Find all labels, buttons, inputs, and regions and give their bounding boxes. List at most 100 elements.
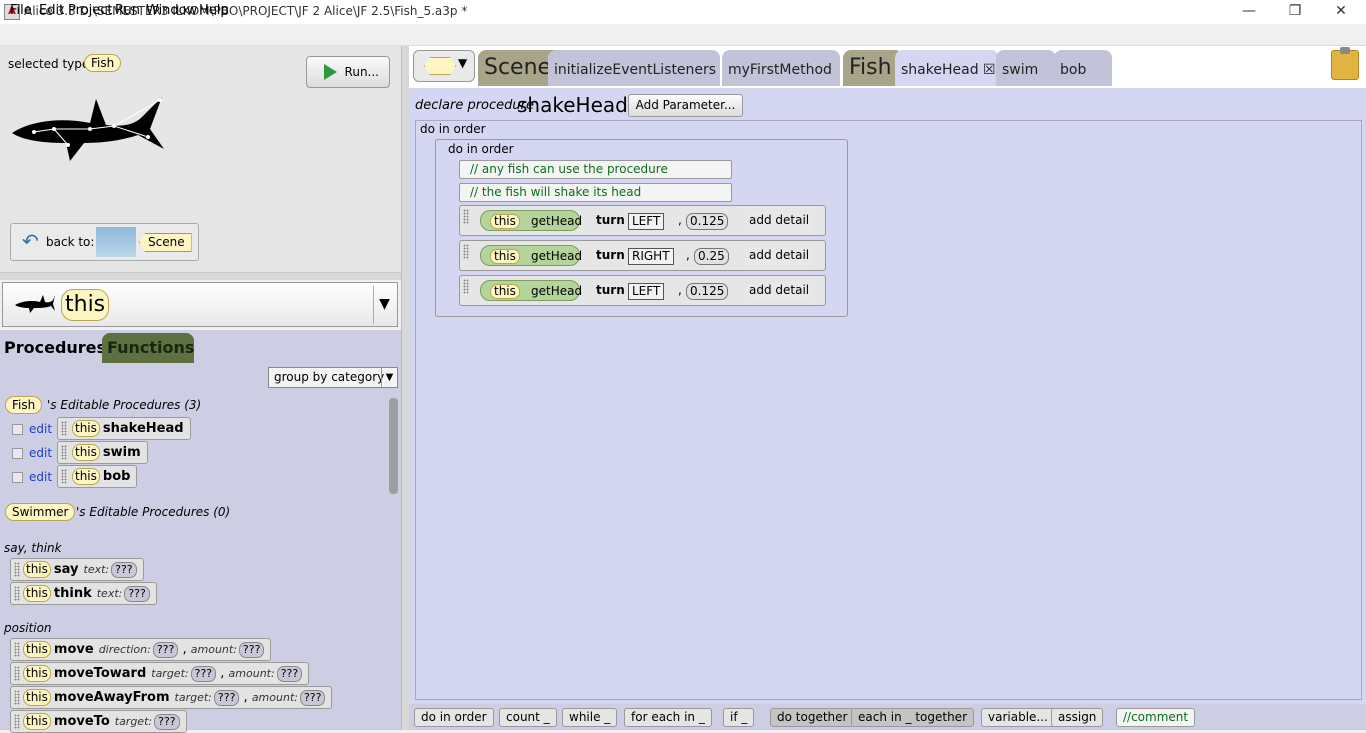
- do-together-button[interactable]: do together: [770, 708, 855, 727]
- comment-statement[interactable]: // the fish will shake its head: [459, 183, 732, 202]
- menu-window[interactable]: Window: [146, 3, 197, 18]
- if-button[interactable]: if _: [723, 708, 755, 727]
- back-to-label: back to:: [46, 235, 95, 249]
- menu-edit[interactable]: Edit: [39, 3, 64, 18]
- shark-thumbnail-icon: [12, 97, 164, 161]
- turn-statement[interactable]: this getHead turn LEFT , 0.125 add detai…: [459, 205, 826, 236]
- edit-checkbox[interactable]: [12, 424, 23, 435]
- gethead-expression[interactable]: this getHead: [480, 245, 583, 266]
- tab-shakehead[interactable]: shakeHead ☒: [895, 50, 999, 86]
- gethead-label: getHead: [531, 249, 583, 263]
- add-parameter-button[interactable]: Add Parameter...: [628, 94, 743, 117]
- tab-functions[interactable]: Functions: [102, 333, 194, 363]
- gethead-expression[interactable]: this getHead: [480, 210, 582, 231]
- procedure-name: moveAwayFrom: [53, 690, 170, 705]
- param-value: ???: [238, 642, 265, 658]
- param-value: ???: [111, 562, 137, 578]
- this-pill: this: [23, 585, 51, 602]
- horizontal-splitter[interactable]: [0, 272, 401, 280]
- minimize-button[interactable]: —: [1226, 0, 1272, 24]
- each-in-together-button[interactable]: each in _ together: [851, 708, 974, 727]
- this-pill: this: [72, 468, 100, 485]
- procedure-tile-shakehead[interactable]: this shakeHead: [57, 417, 191, 440]
- instance-dropdown-arrow-icon[interactable]: ▼: [373, 286, 395, 324]
- drag-handle[interactable]: [463, 244, 469, 259]
- separator: ,: [678, 283, 682, 297]
- this-pill[interactable]: this: [490, 214, 520, 229]
- maximize-button[interactable]: ❐: [1272, 0, 1318, 24]
- drag-handle[interactable]: [463, 209, 469, 224]
- this-pill: this: [23, 713, 51, 730]
- procedure-tile-moveawayfrom[interactable]: this moveAwayFrom target:??? , amount:???: [10, 686, 333, 709]
- procedure-tile-move[interactable]: this move direction:??? , amount:???: [10, 638, 272, 661]
- close-tab-icon[interactable]: ☒: [983, 62, 996, 78]
- param-label: target:: [114, 715, 153, 728]
- clipboard-icon[interactable]: [1331, 50, 1359, 80]
- comment-statement[interactable]: // any fish can use the procedure: [459, 160, 732, 179]
- for-each-in-button[interactable]: for each in _: [624, 708, 712, 727]
- drag-handle[interactable]: [463, 279, 469, 294]
- chevron-down-icon[interactable]: ▼: [381, 368, 397, 387]
- group-by-select[interactable]: group by category: [268, 367, 398, 388]
- direction-value[interactable]: RIGHT: [628, 248, 674, 265]
- edit-link-swim[interactable]: edit: [29, 446, 52, 460]
- amount-value[interactable]: 0.25: [694, 248, 729, 265]
- procedure-tile-say[interactable]: this say text:???: [10, 558, 144, 581]
- tab-swim[interactable]: swim: [996, 50, 1056, 86]
- edit-checkbox[interactable]: [12, 472, 23, 483]
- tab-bob[interactable]: bob: [1054, 50, 1112, 86]
- tab-fish[interactable]: Fish: [843, 50, 903, 86]
- assign-button[interactable]: assign: [1051, 708, 1104, 727]
- close-window-button[interactable]: ✕: [1318, 0, 1364, 24]
- direction-value[interactable]: LEFT: [628, 283, 665, 300]
- add-detail-dropdown[interactable]: add detail: [746, 212, 813, 231]
- this-pill: this: [72, 420, 100, 437]
- variable-button[interactable]: variable...: [981, 708, 1055, 727]
- procedure-tile-think[interactable]: this think text:???: [10, 582, 157, 605]
- param-value: ???: [213, 690, 240, 706]
- method-name[interactable]: shakeHead: [517, 93, 628, 117]
- menu-project[interactable]: Project: [68, 3, 112, 18]
- gethead-expression[interactable]: this getHead: [480, 280, 582, 301]
- count-button[interactable]: count _: [499, 708, 557, 727]
- back-to-scene-pill: Scene: [139, 233, 192, 252]
- procedure-tile-bob[interactable]: this bob: [57, 465, 138, 488]
- procedure-name: say: [53, 562, 79, 577]
- tab-initialize-event-listeners[interactable]: initializeEventListeners: [548, 50, 720, 86]
- turn-statement[interactable]: this getHead turn LEFT , 0.125 add detai…: [459, 275, 826, 306]
- param-label: direction:: [98, 643, 151, 656]
- palette-scrollbar-thumb[interactable]: [389, 398, 398, 494]
- comment-button[interactable]: //comment: [1116, 708, 1196, 727]
- run-button[interactable]: Run...: [306, 56, 390, 88]
- param-label: target:: [151, 667, 189, 680]
- separator: ,: [686, 248, 690, 262]
- amount-value[interactable]: 0.125: [686, 283, 729, 300]
- procedure-tile-movetoward[interactable]: this moveToward target:??? , amount:???: [10, 662, 310, 685]
- turn-label: turn: [596, 283, 625, 297]
- this-pill[interactable]: this: [490, 249, 520, 264]
- selected-type-label: selected type:: [8, 57, 94, 71]
- amount-value[interactable]: 0.125: [686, 213, 729, 230]
- tab-procedures[interactable]: Procedures: [0, 333, 106, 363]
- direction-value[interactable]: LEFT: [628, 213, 665, 230]
- while-button[interactable]: while _: [562, 708, 618, 727]
- add-detail-dropdown[interactable]: add detail: [746, 247, 813, 266]
- instance-this-pill: this: [61, 289, 110, 321]
- this-pill[interactable]: this: [490, 284, 520, 299]
- add-detail-dropdown[interactable]: add detail: [746, 282, 813, 301]
- category-position: position: [4, 621, 52, 635]
- vertical-splitter[interactable]: [401, 46, 409, 730]
- edit-link-bob[interactable]: edit: [29, 470, 52, 484]
- edit-link-shakehead[interactable]: edit: [29, 422, 52, 436]
- menu-help[interactable]: Help: [199, 3, 229, 18]
- turn-statement[interactable]: this getHead turn RIGHT , 0.25 add detai…: [459, 240, 826, 271]
- tab-shakehead-label: shakeHead: [901, 62, 979, 78]
- tab-my-first-method[interactable]: myFirstMethod: [722, 50, 840, 86]
- menu-run[interactable]: Run: [115, 3, 140, 18]
- do-in-order-button[interactable]: do in order: [414, 708, 494, 727]
- procedure-tile-swim[interactable]: this swim: [57, 441, 148, 464]
- menu-file[interactable]: File: [10, 3, 32, 18]
- edit-checkbox[interactable]: [12, 448, 23, 459]
- param-value: ???: [152, 642, 179, 658]
- param-value: ???: [299, 690, 326, 706]
